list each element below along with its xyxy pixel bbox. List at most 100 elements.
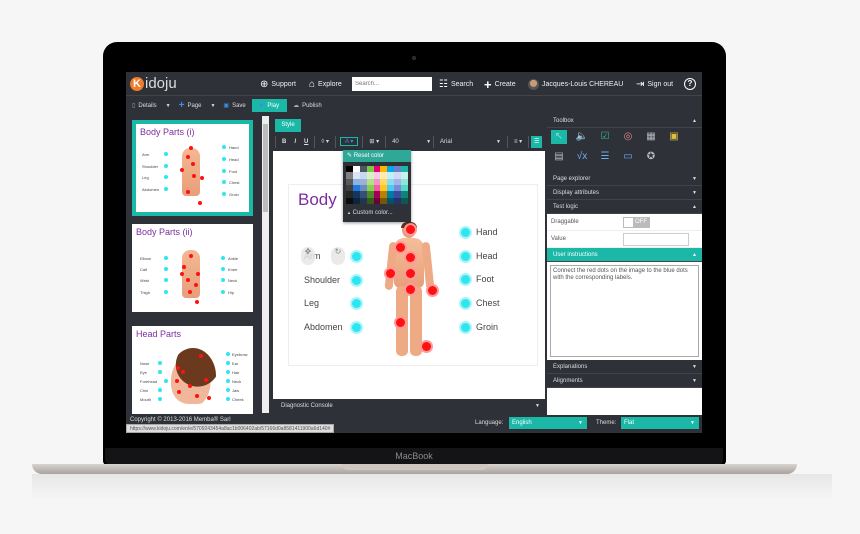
sign-out-button[interactable]: ⇥ Sign out — [636, 72, 673, 96]
blue-dot[interactable] — [461, 252, 470, 261]
red-dot[interactable] — [406, 253, 415, 262]
user-menu[interactable]: Jacques-Louis CHEREAU — [528, 72, 623, 96]
font-color-button[interactable]: A ▾ — [340, 137, 359, 146]
quiz-tool-icon[interactable]: ☰ — [597, 150, 613, 164]
red-dot[interactable] — [396, 243, 405, 252]
alignments-header[interactable]: Alignments ▼ — [547, 374, 702, 388]
canvas-label[interactable]: Shoulder — [304, 275, 340, 285]
target-tool-icon[interactable]: ◎ — [620, 130, 636, 144]
explore-label: Explore — [318, 80, 342, 88]
color-palette[interactable] — [346, 166, 408, 204]
color-swatch[interactable] — [380, 197, 388, 204]
details-menu[interactable]: ▯ Details ▼ — [132, 102, 171, 110]
canvas-label[interactable]: Foot — [476, 274, 494, 284]
page-explorer-header[interactable]: Page explorer ▼ — [547, 172, 702, 186]
italic-button[interactable]: I — [294, 139, 296, 145]
red-dot[interactable] — [386, 269, 395, 278]
rotate-handle-icon[interactable]: ↻ — [331, 247, 345, 265]
fill-color-button[interactable]: ◊ ▾ — [321, 138, 329, 145]
canvas-label[interactable]: Head — [476, 251, 498, 261]
search-input[interactable] — [352, 77, 432, 91]
math-tool-icon[interactable]: √x — [574, 150, 590, 164]
reset-color-button[interactable]: ✎ Reset color — [343, 150, 411, 162]
image-tool-icon[interactable]: ▣ — [666, 130, 682, 144]
draggable-toggle[interactable]: OFF — [623, 217, 650, 228]
user-instructions-header[interactable]: User instructions ▲ — [547, 248, 702, 262]
test-logic-header[interactable]: Test logic ▲ — [547, 200, 702, 214]
page-thumbnail[interactable]: Body Parts (ii) Elbow Calf Wrist Thigh A… — [132, 224, 253, 312]
red-dot[interactable] — [396, 318, 405, 327]
connector-tool-icon[interactable]: ▦ — [643, 130, 659, 144]
color-swatch[interactable] — [352, 197, 360, 204]
blue-dot[interactable] — [352, 323, 361, 332]
save-button[interactable]: ▣ Save — [223, 102, 245, 110]
play-button[interactable]: ▶ Play — [251, 99, 288, 112]
red-dot[interactable] — [406, 225, 415, 234]
textbox-tool-icon[interactable]: ▤ — [551, 150, 567, 164]
publish-button[interactable]: ☁ Publish — [293, 102, 322, 110]
home-icon: ⌂ — [309, 78, 316, 90]
display-attributes-header[interactable]: Display attributes ▼ — [547, 186, 702, 200]
blue-dot[interactable] — [352, 299, 361, 308]
blue-dot[interactable] — [352, 252, 361, 261]
canvas-title[interactable]: Body — [298, 190, 337, 210]
page-thumbnail[interactable]: Head Parts Nose Eye Forehead Chin Mouth — [132, 326, 253, 414]
explore-link[interactable]: ⌂ Explore — [309, 72, 342, 96]
bold-button[interactable]: B — [282, 139, 286, 145]
color-swatch[interactable] — [394, 197, 402, 204]
color-swatch[interactable] — [401, 197, 408, 204]
scrollbar-thumb[interactable] — [263, 124, 268, 212]
support-link[interactable]: ⊕ Support — [260, 72, 296, 96]
video-tool-icon[interactable]: ✪ — [643, 150, 659, 164]
color-swatch[interactable] — [359, 197, 367, 204]
blue-dot[interactable] — [461, 299, 470, 308]
canvas-label[interactable]: Groin — [476, 322, 498, 332]
canvas-label[interactable]: Hand — [476, 227, 498, 237]
red-dot[interactable] — [406, 285, 415, 294]
thumbnails-scrollbar[interactable] — [262, 116, 269, 413]
checkbox-tool-icon[interactable]: ☑ — [597, 130, 613, 144]
color-swatch[interactable] — [387, 197, 395, 204]
blue-dot — [158, 388, 162, 392]
blue-dot[interactable] — [461, 323, 470, 332]
color-swatch[interactable] — [366, 197, 374, 204]
red-dot[interactable] — [428, 286, 437, 295]
red-dot[interactable] — [406, 269, 415, 278]
language-select[interactable]: English ▼ — [509, 417, 587, 429]
input-tool-icon[interactable]: ▭ — [620, 150, 636, 164]
canvas-label[interactable]: Leg — [304, 298, 319, 308]
canvas-label[interactable]: Chest — [476, 298, 500, 308]
help-button[interactable]: ? — [684, 72, 696, 96]
explanations-header[interactable]: Explanations ▼ — [547, 360, 702, 374]
create-button[interactable]: + Create — [484, 72, 516, 96]
logo[interactable]: K idoju — [130, 75, 177, 92]
page-thumbnail[interactable]: Body Parts (i) Arm Shoulder Leg Abdomen … — [132, 120, 253, 216]
font-family-select[interactable]: Arial — [440, 139, 492, 145]
theme-select[interactable]: Flat ▼ — [621, 417, 699, 429]
tab-style[interactable]: Style — [275, 119, 301, 132]
layout-button[interactable]: ☰ — [531, 135, 543, 148]
color-swatch[interactable] — [346, 197, 353, 204]
align-button[interactable]: ≡ ▾ — [514, 138, 522, 145]
custom-color-button[interactable]: ▲ Custom color... — [347, 210, 393, 216]
theme-value: Flat — [624, 420, 635, 426]
underline-button[interactable]: U — [304, 139, 308, 145]
value-input[interactable] — [623, 233, 689, 246]
diagnostic-console[interactable]: Diagnostic Console ▼ — [273, 399, 545, 413]
selection-handles[interactable]: ✥ ↻ — [301, 247, 349, 269]
instructions-textarea[interactable]: Connect the red dots on the image to the… — [550, 265, 699, 357]
font-size-select[interactable]: 40 — [392, 139, 422, 145]
color-swatch[interactable] — [373, 197, 381, 204]
blue-dot[interactable] — [352, 276, 361, 285]
blue-dot[interactable] — [461, 275, 470, 284]
audio-tool-icon[interactable]: 🔈 — [574, 130, 590, 144]
canvas-label[interactable]: Abdomen — [304, 322, 343, 332]
search-button[interactable]: ☷ Search — [439, 72, 473, 96]
toolbox-header[interactable]: Toolbox ▲ — [547, 114, 702, 128]
red-dot[interactable] — [422, 342, 431, 351]
pointer-tool-icon[interactable]: ↖ — [551, 130, 567, 144]
blue-dot[interactable] — [461, 228, 470, 237]
page-menu[interactable]: + Page ▼ — [179, 100, 216, 111]
move-handle-icon[interactable]: ✥ — [301, 247, 315, 265]
border-button[interactable]: ⊞ ▾ — [369, 138, 379, 145]
